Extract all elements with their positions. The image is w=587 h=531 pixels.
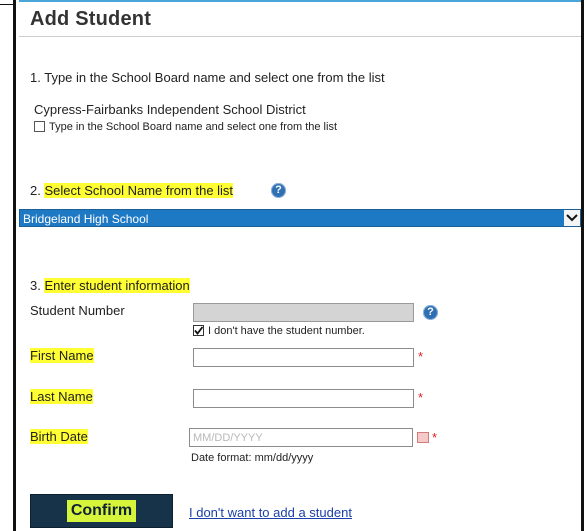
selected-school-board: Cypress-Fairbanks Independent School Dis… xyxy=(34,102,306,117)
birth-date-format-hint: Date format: mm/dd/yyyy xyxy=(191,452,314,464)
birth-date-required-marker: * xyxy=(432,430,438,445)
chevron-down-icon[interactable] xyxy=(564,210,580,226)
step3-number: 3. xyxy=(30,278,41,293)
step2-heading: 2. Select School Name from the list xyxy=(30,183,234,198)
right-frame-border xyxy=(581,0,584,531)
first-name-required-marker: * xyxy=(418,349,424,364)
school-name-selected-value: Bridgeland High School xyxy=(23,212,149,226)
school-board-checkbox[interactable] xyxy=(34,121,45,132)
confirm-button[interactable]: Confirm xyxy=(30,494,173,528)
step1-instruction: 1. Type in the School Board name and sel… xyxy=(30,70,385,85)
last-name-required-marker: * xyxy=(418,390,424,405)
school-name-select[interactable]: Bridgeland High School xyxy=(19,209,581,227)
step2-instruction: Select School Name from the list xyxy=(44,183,234,198)
title-divider xyxy=(19,36,581,37)
calendar-icon[interactable] xyxy=(417,432,429,443)
student-number-input[interactable] xyxy=(193,303,414,322)
school-board-checkbox-label: Type in the School Board name and select… xyxy=(49,121,337,133)
birth-date-input[interactable]: MM/DD/YYYY xyxy=(189,428,413,447)
student-number-help-icon[interactable]: ? xyxy=(423,305,438,320)
page-title: Add Student xyxy=(30,8,152,30)
top-accent-line xyxy=(19,0,581,2)
step3-instruction: Enter student information xyxy=(44,278,190,293)
left-frame-border xyxy=(0,0,16,531)
student-number-label: Student Number xyxy=(30,303,125,318)
no-student-number-checkbox[interactable] xyxy=(193,325,204,336)
cancel-add-student-link[interactable]: I don't want to add a student xyxy=(189,505,352,520)
birth-date-label: Birth Date xyxy=(30,429,88,444)
step2-number: 2. xyxy=(30,183,41,198)
birth-date-placeholder: MM/DD/YYYY xyxy=(193,432,263,444)
last-name-label: Last Name xyxy=(30,389,93,404)
no-student-number-label: I don't have the student number. xyxy=(208,325,365,337)
confirm-button-label: Confirm xyxy=(66,500,137,522)
first-name-input[interactable] xyxy=(193,348,414,367)
question-help-icon[interactable]: ? xyxy=(271,183,286,198)
step3-heading: 3. Enter student information xyxy=(30,278,190,293)
left-frame-top-edge xyxy=(0,0,16,5)
last-name-input[interactable] xyxy=(193,389,414,408)
first-name-label: First Name xyxy=(30,348,94,363)
